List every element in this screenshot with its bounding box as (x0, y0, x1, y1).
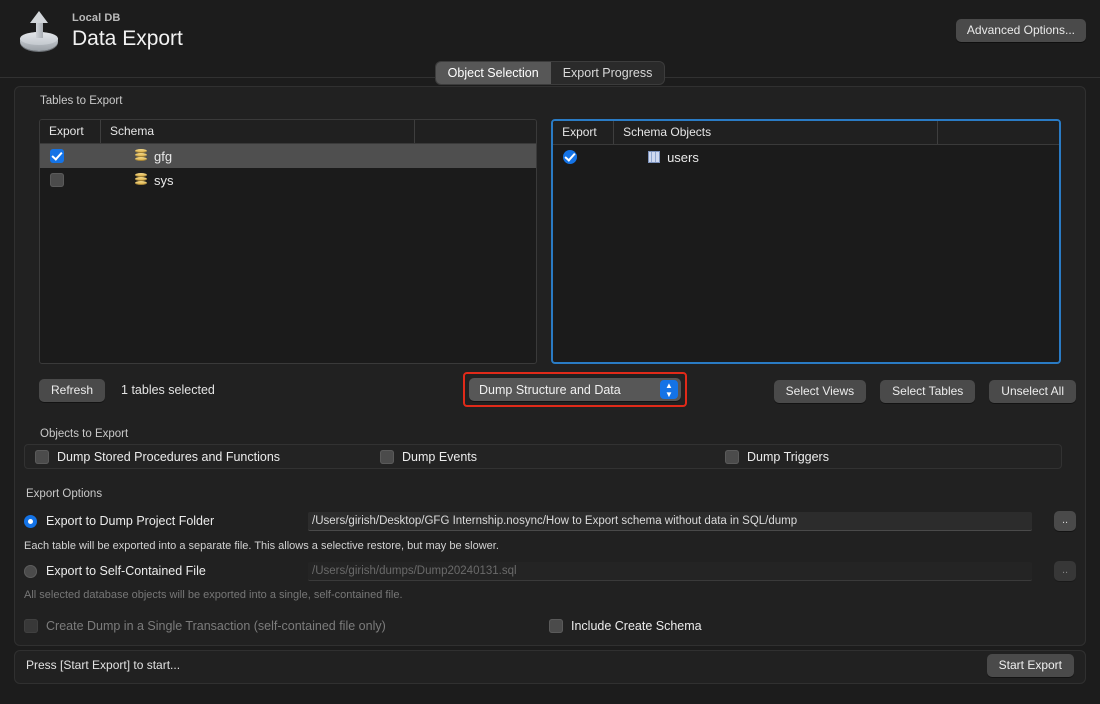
checkbox-icon[interactable] (563, 150, 578, 164)
tab-object-selection[interactable]: Object Selection (435, 62, 551, 84)
checkbox-icon[interactable] (380, 449, 394, 464)
option-self-contained-row[interactable]: Export to Self-Contained File /Users/gir… (0, 560, 1100, 582)
checkbox-icon[interactable] (50, 149, 64, 163)
checkbox-icon[interactable] (725, 449, 739, 464)
window-header: Local DB Data Export Advanced Options... (0, 0, 1100, 62)
advanced-options-button[interactable]: Advanced Options... (955, 19, 1086, 42)
tables-lists: Export Schema gfg sys Export Schema Obje… (15, 111, 1085, 364)
row-export-checkbox-cell[interactable] (40, 149, 100, 163)
column-header-export: Export (562, 125, 597, 139)
option-label: Export to Self-Contained File (46, 564, 206, 578)
objects-to-export-label: Objects to Export (40, 428, 129, 440)
checkbox-dump-triggers[interactable]: Dump Triggers (725, 449, 829, 464)
schema-list-header: Export Schema (40, 120, 537, 144)
self-contained-helper-text: All selected database objects will be ex… (24, 589, 403, 601)
dump-type-highlight: Dump Structure and Data ▲ ▼ (463, 372, 687, 407)
checkbox-label: Create Dump in a Single Transaction (sel… (46, 619, 386, 633)
start-export-button[interactable]: Start Export (986, 654, 1074, 677)
checkbox-icon[interactable] (549, 619, 563, 633)
database-icon (135, 173, 147, 187)
checkbox-label: Dump Stored Procedures and Functions (57, 449, 281, 464)
checkbox-dump-stored-procedures[interactable]: Dump Stored Procedures and Functions (35, 449, 380, 464)
column-header-schema: Schema (100, 120, 414, 143)
schema-name: sys (154, 172, 174, 188)
schema-objects-list[interactable]: Export Schema Objects users (551, 119, 1061, 364)
table-icon (648, 151, 661, 163)
browse-project-folder-button[interactable]: .. (1054, 511, 1076, 531)
schema-name: gfg (154, 148, 173, 164)
radio-export-self-contained[interactable] (24, 564, 37, 578)
dump-type-dropdown[interactable]: Dump Structure and Data ▲ ▼ (469, 378, 681, 401)
checkbox-single-transaction[interactable]: Create Dump in a Single Transaction (sel… (24, 619, 549, 633)
row-export-checkbox-cell[interactable] (40, 173, 100, 187)
refresh-button[interactable]: Refresh (39, 378, 106, 402)
header-text: Local DB Data Export (72, 11, 183, 51)
project-folder-helper-text: Each table will be exported into a separ… (24, 540, 499, 552)
connection-name: Local DB (72, 12, 121, 24)
tables-to-export-label: Tables to Export (40, 95, 123, 107)
checkbox-dump-events[interactable]: Dump Events (380, 449, 725, 464)
database-icon (135, 149, 147, 163)
table-row[interactable]: sys (40, 168, 536, 192)
table-row[interactable]: gfg (40, 144, 537, 168)
checkbox-label: Dump Events (402, 449, 478, 464)
export-db-icon (16, 8, 62, 54)
footer-bar: Press [Start Export] to start... Start E… (14, 650, 1086, 690)
browse-self-contained-button[interactable]: .. (1054, 561, 1076, 581)
data-export-window: Local DB Data Export Advanced Options...… (0, 0, 1100, 704)
option-label: Export to Dump Project Folder (46, 514, 215, 528)
objects-checkbox-row: Dump Stored Procedures and Functions Dum… (24, 444, 1062, 469)
objects-to-export-section: Objects to Export (14, 420, 1086, 444)
chevron-updown-icon[interactable]: ▲ ▼ (660, 380, 678, 399)
radio-export-project-folder[interactable] (24, 514, 37, 528)
selection-status: 1 tables selected (121, 383, 215, 397)
row-export-checkbox-cell[interactable] (553, 150, 613, 164)
self-contained-path-input[interactable]: /Users/girish/dumps/Dump20240131.sql (308, 561, 1032, 581)
table-row[interactable]: users (553, 145, 1059, 169)
option-project-folder-row[interactable]: Export to Dump Project Folder /Users/gir… (0, 510, 1100, 532)
dump-type-value: Dump Structure and Data (479, 382, 621, 397)
checkbox-icon[interactable] (35, 449, 49, 464)
checkbox-include-create-schema[interactable]: Include Create Schema (549, 619, 702, 633)
status-message: Press [Start Export] to start... (26, 658, 181, 672)
column-header-extra (414, 120, 536, 143)
object-name: users (667, 149, 699, 165)
tab-export-progress[interactable]: Export Progress (550, 62, 665, 84)
unselect-all-button[interactable]: Unselect All (989, 380, 1076, 403)
column-header-export: Export (49, 124, 84, 138)
export-options-section: Export Options Export to Dump Project Fo… (0, 480, 1100, 637)
schema-list[interactable]: Export Schema gfg sys (39, 119, 538, 364)
checkbox-icon[interactable] (24, 619, 38, 633)
checkbox-label: Include Create Schema (571, 619, 702, 633)
selection-buttons: Select Views Select Tables Unselect All (773, 380, 1076, 403)
select-views-button[interactable]: Select Views (773, 380, 867, 403)
column-header-extra (937, 121, 1059, 144)
segmented-control[interactable]: Object Selection Export Progress (435, 62, 665, 84)
export-options-label: Export Options (26, 488, 103, 500)
checkbox-icon[interactable] (50, 173, 64, 187)
bottom-checkbox-row: Create Dump in a Single Transaction (sel… (0, 615, 1100, 637)
row-name-cell: gfg (100, 149, 172, 164)
schema-objects-list-header: Export Schema Objects (553, 121, 1059, 145)
select-tables-button[interactable]: Select Tables (880, 380, 976, 403)
column-header-schema-objects: Schema Objects (613, 121, 937, 144)
project-folder-path-input[interactable]: /Users/girish/Desktop/GFG Internship.nos… (308, 511, 1032, 531)
page-title: Data Export (72, 27, 183, 50)
row-name-cell: users (613, 150, 699, 165)
checkbox-label: Dump Triggers (747, 449, 829, 464)
row-name-cell: sys (100, 173, 174, 188)
